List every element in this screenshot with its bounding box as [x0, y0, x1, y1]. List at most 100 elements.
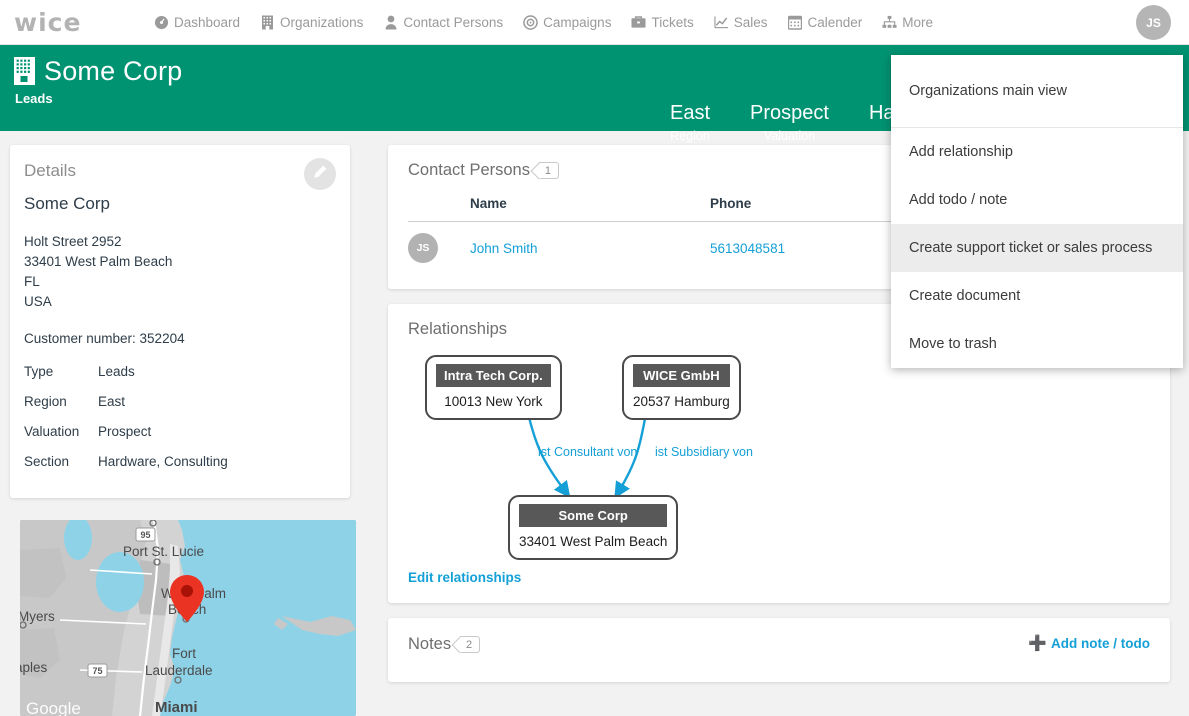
svg-text:75: 75 — [92, 666, 102, 676]
relationship-node-wice-gmbh[interactable]: WICE GmbH 20537 Hamburg — [622, 355, 741, 420]
fact-value: Prospect — [750, 102, 829, 124]
nav-item-sales[interactable]: Sales — [714, 15, 768, 30]
nav-item-more[interactable]: More — [882, 15, 933, 30]
map-label: aples — [20, 660, 48, 675]
building-icon — [260, 15, 275, 30]
badge-value: 1 — [544, 164, 552, 177]
user-avatar[interactable]: JS — [1136, 5, 1171, 40]
menu-item-move-to-trash[interactable]: Move to trash — [891, 320, 1183, 368]
page-title: Some Corp — [44, 56, 183, 86]
field-value: Leads — [98, 364, 135, 379]
notes-card: Notes 2 ➕ Add note / todo — [388, 618, 1170, 682]
edge-label-consultant: ist Consultant von — [538, 445, 638, 459]
map-label: Myers — [20, 609, 55, 624]
person-icon — [383, 15, 398, 30]
details-field-row: Region East — [24, 394, 336, 424]
column-avatar — [408, 196, 470, 222]
nav-label: Contact Persons — [403, 14, 504, 30]
menu-item-create-document[interactable]: Create document — [891, 272, 1183, 320]
contact-persons-title: Contact Persons — [408, 161, 530, 179]
target-icon — [523, 14, 538, 30]
organization-name: Some Corp — [24, 194, 110, 213]
details-field-row: Valuation Prospect — [24, 424, 336, 454]
edit-relationships-link[interactable]: Edit relationships — [408, 570, 521, 585]
node-name: WICE GmbH — [633, 364, 730, 387]
map-canvas: 95 75 Port St. Lucie West Palm Beach Mye — [20, 520, 356, 716]
wice-logo[interactable]: wice — [14, 10, 124, 35]
menu-item-organizations-main-view[interactable]: Organizations main view — [891, 55, 1183, 127]
field-key: Valuation — [24, 424, 80, 439]
node-location: 10013 New York — [444, 394, 543, 409]
field-value: East — [98, 394, 126, 409]
nav-label: Calender — [807, 14, 863, 30]
add-note-button[interactable]: ➕ Add note / todo — [1028, 636, 1150, 651]
page-subtitle: Leads — [15, 91, 53, 107]
notes-count-badge: 2 — [460, 636, 481, 653]
briefcase-icon — [631, 15, 646, 30]
highway-shield-75: 75 — [87, 663, 108, 678]
menu-item-create-support-ticket[interactable]: Create support ticket or sales process — [891, 224, 1183, 272]
menu-item-add-todo-note[interactable]: Add todo / note — [891, 176, 1183, 224]
map-label: Fort — [172, 646, 196, 661]
nav-item-contact-persons[interactable]: Contact Persons — [383, 15, 503, 30]
left-column: Details Some Corp Holt Street 2952 33401… — [10, 145, 356, 716]
fact-value: East — [670, 102, 711, 124]
map-label: Lauderdale — [145, 663, 213, 678]
contact-phone-link[interactable]: 5613048581 — [710, 241, 785, 256]
building-icon — [14, 57, 35, 86]
field-value: Hardware, Consulting — [98, 454, 228, 469]
top-navigation-bar: wice Dashboard Organizations Contact Per… — [0, 0, 1189, 45]
contact-name-link[interactable]: John Smith — [470, 241, 538, 256]
nav-label: Campaigns — [543, 14, 612, 30]
nav-label: Sales — [733, 14, 768, 30]
details-card: Details Some Corp Holt Street 2952 33401… — [10, 145, 350, 498]
gauge-icon — [154, 15, 169, 30]
column-name: Name — [470, 196, 710, 222]
add-note-label: Add note / todo — [1051, 636, 1150, 651]
details-field-row: Type Leads — [24, 364, 336, 394]
address-line: USA — [24, 294, 52, 309]
map-label: Port St. Lucie — [123, 544, 204, 559]
nav-item-calender[interactable]: Calender — [788, 14, 863, 30]
details-heading: Details — [24, 161, 76, 180]
field-key: Type — [24, 364, 54, 379]
plus-icon: ➕ — [1028, 635, 1048, 652]
node-name: Some Corp — [519, 504, 668, 527]
nav-label: Tickets — [651, 14, 694, 30]
edge-label-subsidiary: ist Subsidiary von — [655, 445, 753, 459]
node-name: Intra Tech Corp. — [436, 364, 551, 387]
nav-item-tickets[interactable]: Tickets — [631, 14, 694, 30]
field-key: Region — [24, 394, 67, 409]
nav-label: More — [902, 14, 934, 30]
relationship-node-some-corp[interactable]: Some Corp 33401 West Palm Beach — [508, 495, 679, 560]
nav-item-campaigns[interactable]: Campaigns — [523, 15, 611, 30]
node-location: 33401 West Palm Beach — [519, 534, 668, 549]
nav-label: Organizations — [280, 14, 364, 30]
main-nav-items: Dashboard Organizations Contact Persons … — [154, 15, 953, 30]
calendar-icon — [788, 15, 803, 30]
header-title-block: Some Corp Leads — [14, 57, 182, 106]
nav-item-dashboard[interactable]: Dashboard — [154, 15, 240, 30]
cell-name: John Smith — [470, 222, 710, 276]
relationships-diagram: Intra Tech Corp. 10013 New York WICE Gmb… — [408, 351, 1150, 569]
menu-item-add-relationship[interactable]: Add relationship — [891, 128, 1183, 176]
edit-details-button[interactable] — [304, 158, 336, 190]
relationship-node-intra-tech[interactable]: Intra Tech Corp. 10013 New York — [425, 355, 562, 420]
nav-item-organizations[interactable]: Organizations — [260, 15, 363, 30]
field-key: Section — [24, 454, 70, 469]
location-map[interactable]: 95 75 Port St. Lucie West Palm Beach Mye — [20, 520, 356, 716]
avatar: JS — [408, 233, 438, 263]
cell-avatar: JS — [408, 222, 470, 276]
field-value: Prospect — [98, 424, 152, 439]
context-dropdown-menu[interactable]: Organizations main view Add relationship… — [891, 55, 1183, 368]
node-location: 20537 Hamburg — [633, 394, 730, 409]
highway-shield-95: 95 — [135, 527, 156, 542]
badge-value: 2 — [466, 638, 473, 651]
nav-label: Dashboard — [174, 14, 241, 30]
address-line: 33401 West Palm Beach — [24, 254, 173, 269]
map-label: Miami — [155, 699, 198, 716]
notes-title: Notes — [408, 635, 452, 653]
map-attribution: Google — [26, 699, 81, 716]
chart-line-icon — [714, 15, 729, 30]
details-field-table: Type Leads Region East Valuation Prospec… — [24, 364, 336, 484]
